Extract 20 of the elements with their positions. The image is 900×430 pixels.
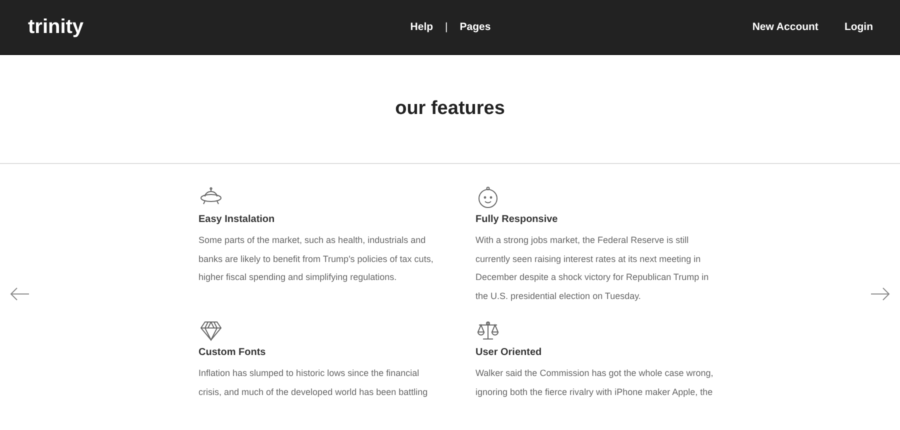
nav-link[interactable]: Login [844, 21, 874, 33]
feature-description: Inflation has slumped to historic lows since the financial crisis, and much of the developed world has been battling [198, 367, 429, 399]
diamond-icon [198, 319, 222, 341]
feature-description: Walker said the Commission has got the whole case wrong, ignoring both the fierce rivalry with iPhone maker Apple, the [476, 367, 714, 399]
right-arrow-icon[interactable] [870, 286, 890, 300]
feature-title: Custom Fonts [198, 347, 266, 358]
nav-link[interactable]: New Account [752, 21, 818, 33]
feature-title: Fully Responsive [476, 214, 558, 225]
feature-description: Some parts of the market, such as health, industrials and banks are likely to benefit from Trump's policies of tax cuts, higher fiscal spending and simplifying regulations. [198, 234, 434, 284]
feature-title: User Oriented [476, 347, 542, 358]
scales-icon [476, 319, 500, 341]
nav-link[interactable]: Pages [460, 21, 491, 33]
left-arrow-icon[interactable] [10, 286, 30, 300]
baby-face-icon [476, 186, 500, 208]
logo[interactable]: trinity [28, 16, 84, 38]
section-title: our features [395, 98, 505, 120]
nav-link[interactable]: Help [410, 21, 434, 33]
feature-title: Easy Instalation [198, 214, 275, 225]
feature-description: With a strong jobs market, the Federal Reserve is still currently seen raising interest rates at its next meeting in December despite a shock victory for Republican Trump in the U.S. presidential election on Tuesday. [476, 234, 710, 303]
nav-separator: | [445, 21, 448, 33]
